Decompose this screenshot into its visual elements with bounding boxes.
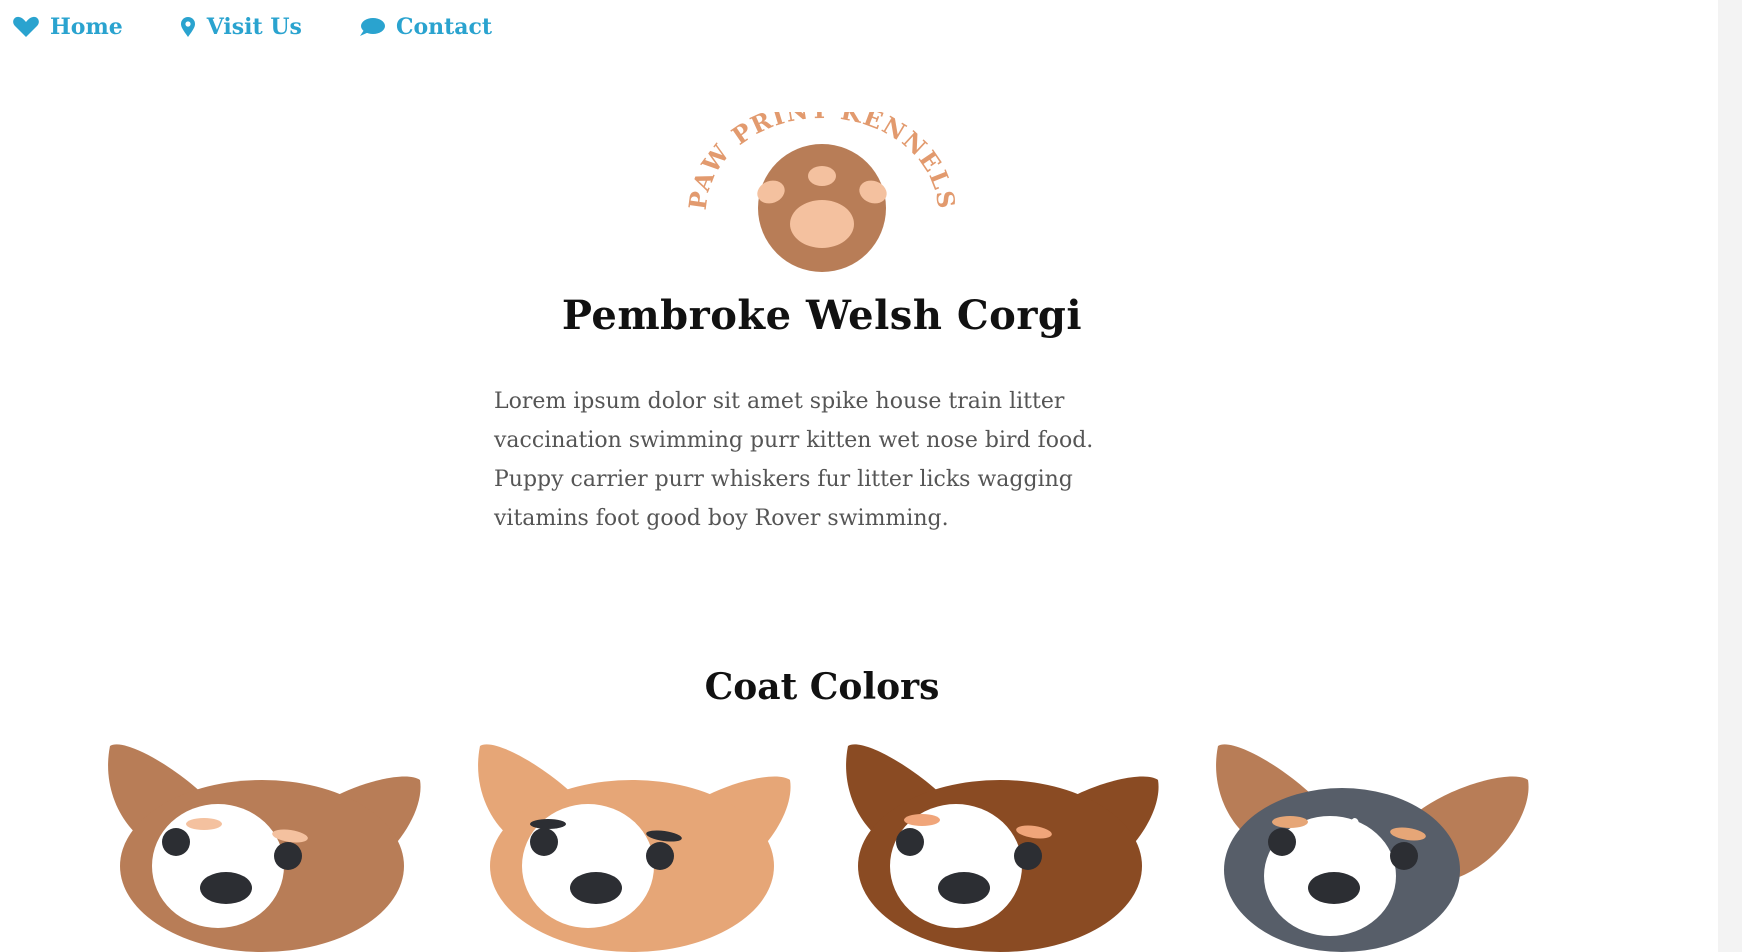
corgi-face-tricolor	[1208, 736, 1538, 952]
corgi-tricolor-icon	[1216, 744, 1529, 952]
nav-home-link[interactable]: Home	[12, 14, 123, 40]
corgi-fawn-icon	[478, 744, 791, 952]
corgi-sable-icon	[846, 744, 1159, 952]
top-nav: Home Visit Us Contact	[12, 14, 492, 40]
paw-print-kennels-logo[interactable]: PAW PRINT KENNELS	[683, 95, 960, 276]
map-pin-icon	[180, 17, 195, 37]
coat-colors-heading: Coat Colors	[704, 666, 940, 708]
nav-contact-label: Contact	[395, 14, 493, 40]
nav-visit-us-link[interactable]: Visit Us	[179, 14, 302, 40]
speech-bubble-icon	[359, 18, 385, 36]
page-title: Pembroke Welsh Corgi	[561, 292, 1083, 339]
intro-paragraph: Lorem ipsum dolor sit amet spike house t…	[494, 389, 1094, 531]
nav-contact-link[interactable]: Contact	[358, 14, 492, 40]
nav-visit-us-label: Visit Us	[206, 14, 302, 40]
decorative-edge-strip	[1718, 0, 1742, 952]
nav-home-label: Home	[50, 14, 123, 40]
corgi-face-red	[100, 736, 430, 952]
heart-icon	[13, 16, 39, 37]
corgi-face-sable	[838, 736, 1168, 952]
corgi-face-fawn	[470, 736, 800, 952]
corgi-red-icon	[108, 744, 421, 952]
